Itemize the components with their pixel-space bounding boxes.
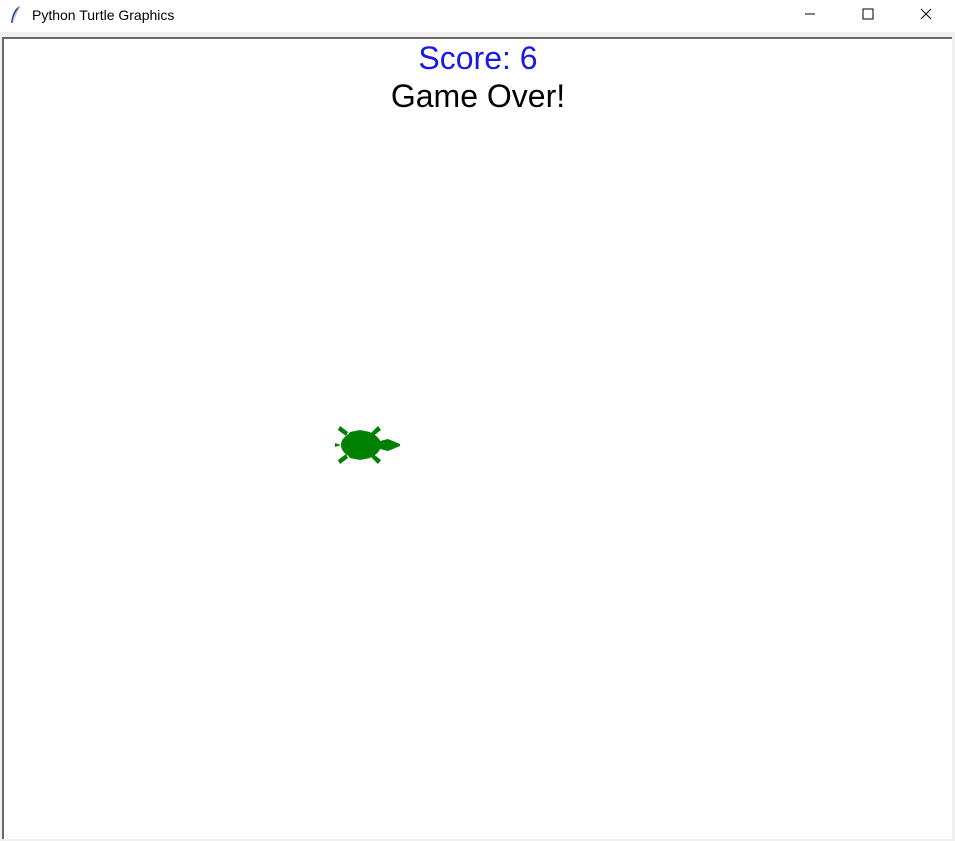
minimize-button[interactable] [781, 0, 839, 31]
turtle-graphics-window: Python Turtle Graphics Score: 6 Game Ove… [0, 0, 955, 841]
window-title: Python Turtle Graphics [32, 7, 175, 23]
close-icon [920, 7, 932, 25]
turtle-canvas-frame: Score: 6 Game Over! [2, 37, 952, 839]
feather-icon [8, 5, 24, 25]
turtle-canvas[interactable]: Score: 6 Game Over! [4, 39, 952, 839]
turtle-icon [334, 420, 400, 470]
minimize-icon [804, 7, 816, 25]
maximize-icon [862, 7, 874, 25]
title-bar[interactable]: Python Turtle Graphics [0, 0, 955, 32]
score-label: Score: 6 [418, 40, 538, 76]
maximize-button[interactable] [839, 0, 897, 31]
game-over-label: Game Over! [390, 78, 566, 114]
close-button[interactable] [897, 0, 955, 31]
